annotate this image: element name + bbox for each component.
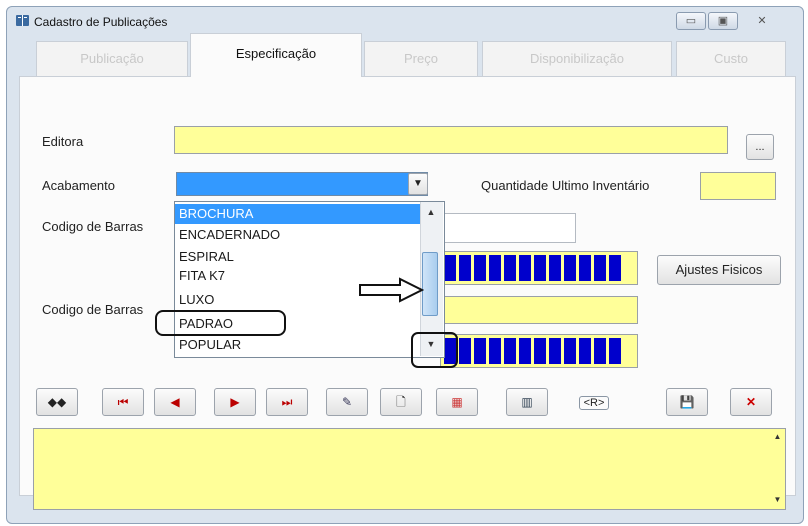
- edit-icon: ✎: [341, 395, 353, 409]
- tab-publicacao[interactable]: Publicação: [36, 41, 188, 76]
- r-label: <R>: [578, 396, 610, 410]
- last-record-icon: ⏭: [281, 395, 293, 409]
- editora-lookup-button[interactable]: ...: [746, 134, 774, 160]
- next-record-button[interactable]: ▶: [214, 388, 256, 416]
- edit-button[interactable]: ✎: [326, 388, 368, 416]
- notes-textarea[interactable]: [33, 428, 786, 510]
- barcode-display-1: [440, 251, 638, 285]
- maximize-button[interactable]: ▣: [708, 12, 738, 30]
- tab-especificacao[interactable]: Especificação: [190, 33, 362, 77]
- option-encadernado[interactable]: ENCADERNADO: [179, 225, 280, 245]
- tab-preco[interactable]: Preço: [364, 41, 478, 76]
- last-record-button[interactable]: ⏭: [266, 388, 308, 416]
- notes-scroll-up-icon[interactable]: ▲: [771, 432, 784, 441]
- notes-scroll-down-icon[interactable]: ▼: [771, 495, 784, 504]
- report-button[interactable]: ▥: [506, 388, 548, 416]
- arrow-annotation-icon: [358, 277, 425, 303]
- close-window-button[interactable]: ✕: [742, 12, 782, 30]
- editora-label: Editora: [42, 134, 84, 149]
- tab-custo[interactable]: Custo: [676, 41, 786, 76]
- option-fita-k7[interactable]: FITA K7: [179, 266, 225, 286]
- acabamento-label: Acabamento: [42, 178, 115, 193]
- option-popular[interactable]: POPULAR: [179, 335, 241, 355]
- delete-button[interactable]: ▦: [436, 388, 478, 416]
- minimize-icon: ▭: [685, 15, 697, 27]
- acabamento-select[interactable]: [176, 172, 428, 196]
- book-icon: [15, 13, 30, 28]
- notes-scrollbar[interactable]: ▲ ▼: [771, 430, 784, 508]
- save-button[interactable]: 💾: [666, 388, 708, 416]
- option-espiral[interactable]: ESPIRAL: [179, 247, 234, 267]
- next-icon: ▶: [230, 395, 240, 409]
- padrao-highlight-annotation: [155, 310, 286, 336]
- first-record-button[interactable]: ⏮: [102, 388, 144, 416]
- new-button[interactable]: 🗋: [380, 388, 422, 416]
- tab-disponibilizacao[interactable]: Disponibilização: [482, 41, 672, 76]
- cancel-icon: ✕: [745, 395, 757, 409]
- window-title: Cadastro de Publicações: [34, 15, 168, 29]
- close-icon: ✕: [757, 15, 767, 27]
- acabamento-dropdown-button[interactable]: ▼: [408, 173, 428, 195]
- option-luxo[interactable]: LUXO: [179, 290, 214, 310]
- save-icon: 💾: [679, 395, 695, 409]
- new-document-icon: 🗋: [396, 395, 406, 409]
- search-button[interactable]: ◆◆: [36, 388, 78, 416]
- r-button[interactable]: <R>: [568, 388, 620, 416]
- previous-icon: ◀: [170, 395, 180, 409]
- codigo-barras-field-1[interactable]: [440, 213, 576, 243]
- barcode-display-2: [440, 334, 638, 368]
- delete-record-icon: ▦: [451, 395, 463, 409]
- first-record-icon: ⏮: [117, 395, 129, 409]
- scroll-up-icon[interactable]: ▲: [424, 207, 438, 219]
- quantidade-label: Quantidade Ultimo Inventário: [481, 178, 650, 193]
- chevron-down-icon: ▼: [413, 178, 423, 189]
- cancel-button[interactable]: ✕: [730, 388, 772, 416]
- binoculars-icon: ◆◆: [47, 395, 67, 409]
- report-icon: ▥: [521, 395, 533, 409]
- scroll-down-highlight-annotation: [411, 332, 458, 368]
- maximize-icon: ▣: [717, 15, 729, 27]
- quantidade-field[interactable]: [700, 172, 776, 200]
- scroll-thumb[interactable]: [422, 252, 438, 316]
- ajustes-fisicos-button[interactable]: Ajustes Fisicos: [657, 255, 781, 285]
- codigo-barras-label-1: Codigo de Barras: [42, 219, 144, 234]
- previous-record-button[interactable]: ◀: [154, 388, 196, 416]
- codigo-barras-label-2: Codigo de Barras: [42, 302, 144, 317]
- editora-field[interactable]: [174, 126, 728, 154]
- codigo-barras-field-2[interactable]: [440, 296, 638, 324]
- minimize-button[interactable]: ▭: [676, 12, 706, 30]
- option-brochura[interactable]: BROCHURA: [175, 204, 421, 224]
